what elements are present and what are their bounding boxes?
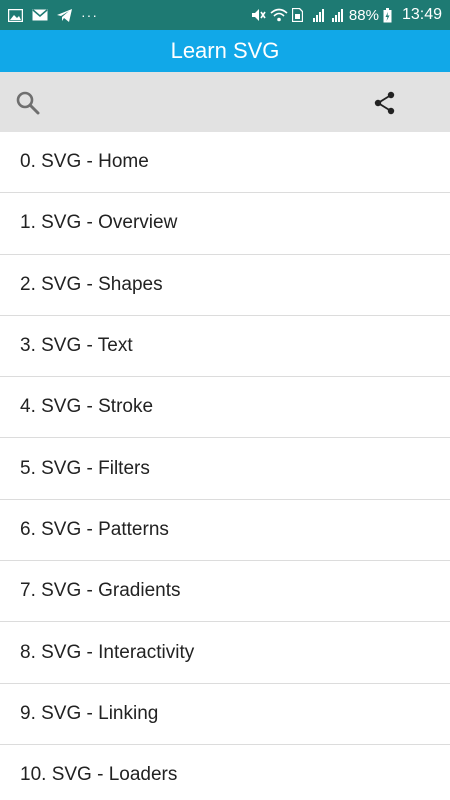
list-item[interactable]: 3. SVG - Text [0,316,450,378]
share-icon [374,91,395,115]
list-item[interactable]: 8. SVG - Interactivity [0,622,450,684]
app-title: Learn SVG [170,38,280,63]
notification-icons: ··· [8,7,98,23]
mute-icon [251,9,266,21]
signal-1-icon [312,8,324,22]
search-icon [16,91,40,115]
wifi-icon [270,8,288,22]
signal-2-icon [331,8,343,22]
list-item[interactable]: 6. SVG - Patterns [0,500,450,562]
list-item[interactable]: 2. SVG - Shapes [0,255,450,316]
more-notifications-icon: ··· [81,7,98,23]
battery-percent: 88% [348,6,379,24]
telegram-icon [57,8,72,22]
list-item[interactable]: 1. SVG - Overview [0,193,450,255]
list-item[interactable]: 10. SVG - Loaders [0,745,450,800]
list-item[interactable]: 7. SVG - Gradients [0,561,450,623]
list-item[interactable]: 9. SVG - Linking [0,684,450,745]
mail-icon [32,9,48,21]
toolbar [0,72,450,132]
list-item[interactable]: 0. SVG - Home [0,132,450,194]
topics-list: 0. SVG - Home 1. SVG - Overview 2. SVG -… [0,132,450,800]
system-icons: 88% 13:49 [251,6,442,24]
gallery-icon [8,8,23,22]
battery-icon [383,7,392,22]
share-button[interactable] [372,90,398,116]
sim-icon [291,8,303,22]
search-button[interactable] [15,90,41,116]
status-clock: 13:49 [401,6,442,23]
app-bar: Learn SVG [0,30,450,72]
list-item[interactable]: 5. SVG - Filters [0,438,450,500]
status-bar: ··· 88% 13:49 [0,0,450,30]
list-item[interactable]: 4. SVG - Stroke [0,377,450,439]
